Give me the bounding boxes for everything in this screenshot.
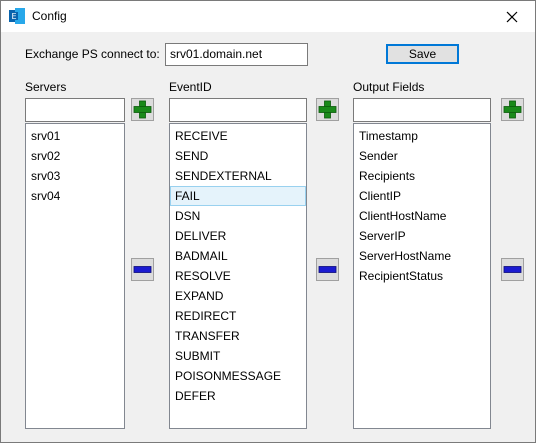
exchange-icon: E (9, 8, 25, 24)
output-field-item[interactable]: ServerHostName (354, 246, 490, 266)
remove-output-field-button[interactable] (501, 258, 524, 281)
output-field-item[interactable]: ClientIP (354, 186, 490, 206)
server-item[interactable]: srv03 (26, 166, 124, 186)
remove-eventid-button[interactable] (316, 258, 339, 281)
minus-icon (503, 266, 522, 273)
output-field-item[interactable]: RecipientStatus (354, 266, 490, 286)
window-title: Config (32, 9, 67, 23)
servers-label: Servers (25, 80, 67, 94)
server-item[interactable]: srv04 (26, 186, 124, 206)
svg-text:E: E (11, 12, 16, 21)
eventid-item[interactable]: REDIRECT (170, 306, 306, 326)
output-field-item[interactable]: ClientHostName (354, 206, 490, 226)
connect-label: Exchange PS connect to: (25, 47, 160, 61)
output-fields-label: Output Fields (353, 80, 425, 94)
save-button[interactable]: Save (386, 44, 459, 64)
config-window: E Config Exchange PS connect to: srv01.d… (0, 0, 536, 443)
server-item[interactable]: srv01 (26, 126, 124, 146)
output-field-item[interactable]: ServerIP (354, 226, 490, 246)
eventid-item[interactable]: POISONMESSAGE (170, 366, 306, 386)
eventid-item[interactable]: SUBMIT (170, 346, 306, 366)
title-bar: E Config (1, 1, 535, 32)
eventid-item[interactable]: BADMAIL (170, 246, 306, 266)
servers-filter-input[interactable] (25, 98, 125, 122)
plus-icon (503, 100, 522, 119)
output-field-item[interactable]: Sender (354, 146, 490, 166)
add-eventid-button[interactable] (316, 98, 339, 121)
server-item[interactable]: srv02 (26, 146, 124, 166)
servers-list[interactable]: srv01 srv02 srv03 srv04 (25, 123, 125, 429)
eventid-list[interactable]: RECEIVE SEND SENDEXTERNAL FAIL DSN DELIV… (169, 123, 307, 429)
output-fields-list[interactable]: Timestamp Sender Recipients ClientIP Cli… (353, 123, 491, 429)
eventid-label: EventID (169, 80, 212, 94)
plus-icon (133, 100, 152, 119)
minus-icon (133, 266, 152, 273)
minus-icon (318, 266, 337, 273)
remove-server-button[interactable] (131, 258, 154, 281)
close-button[interactable] (489, 1, 535, 32)
eventid-item[interactable]: SEND (170, 146, 306, 166)
close-icon (506, 11, 518, 22)
eventid-item-selected[interactable]: FAIL (170, 186, 306, 206)
eventid-item[interactable]: TRANSFER (170, 326, 306, 346)
output-fields-filter-input[interactable] (353, 98, 491, 122)
eventid-item[interactable]: DSN (170, 206, 306, 226)
output-field-item[interactable]: Timestamp (354, 126, 490, 146)
eventid-filter-input[interactable] (169, 98, 307, 122)
plus-icon (318, 100, 337, 119)
connect-server-input[interactable]: srv01.domain.net (165, 43, 308, 66)
eventid-item[interactable]: EXPAND (170, 286, 306, 306)
eventid-item[interactable]: DELIVER (170, 226, 306, 246)
add-server-button[interactable] (131, 98, 154, 121)
add-output-field-button[interactable] (501, 98, 524, 121)
output-field-item[interactable]: Recipients (354, 166, 490, 186)
eventid-item[interactable]: RECEIVE (170, 126, 306, 146)
eventid-item[interactable]: DEFER (170, 386, 306, 406)
eventid-item[interactable]: RESOLVE (170, 266, 306, 286)
eventid-item[interactable]: SENDEXTERNAL (170, 166, 306, 186)
